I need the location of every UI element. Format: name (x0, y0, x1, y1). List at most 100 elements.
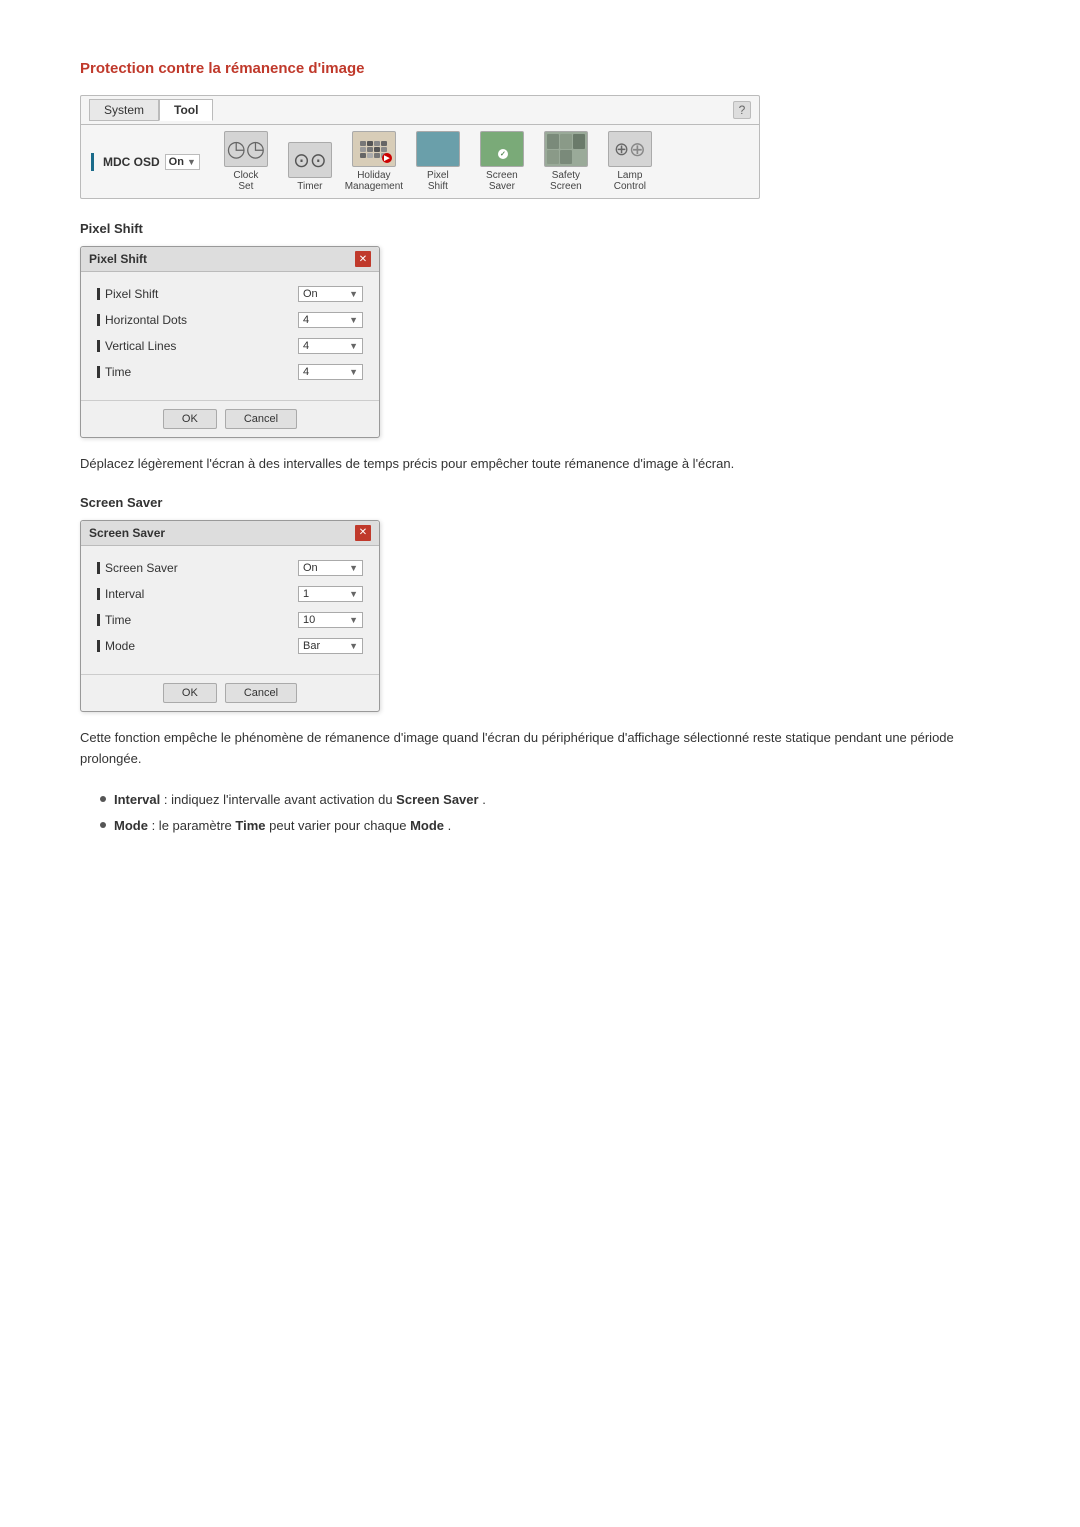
pixel-shift-select-2[interactable]: 4 ▼ (298, 338, 363, 354)
bullet-item-mode: Mode : le paramètre Time peut varier pou… (100, 815, 1000, 837)
label-bar (97, 588, 100, 600)
screen-saver-select-3[interactable]: Bar ▼ (298, 638, 363, 654)
pixel-shift-select-1[interactable]: 4 ▼ (298, 312, 363, 328)
pixel-shift-row-3: Time 4 ▼ (97, 364, 363, 380)
pixel-shift-value-3: 4 (303, 366, 309, 378)
bullet-dot-2 (100, 822, 106, 828)
pixel-shift-description: Déplacez légèrement l'écran à des interv… (80, 454, 1000, 475)
help-icon[interactable]: ? (733, 101, 751, 119)
lamp-label-1: Lamp (617, 170, 642, 181)
pixel-shift-value-0: On (303, 288, 318, 300)
toolbar-icons: ◷ Clock Set ⊙ Timer (220, 131, 656, 192)
bullet-text-mode-end: . (448, 818, 452, 833)
dropdown-arrow: ▼ (349, 563, 358, 573)
pixel-shift-close-button[interactable]: ✕ (355, 251, 371, 267)
page-title: Protection contre la rémanence d'image (80, 60, 1000, 77)
pixel-shift-label-row-0: Pixel Shift (97, 287, 158, 301)
lamp-control-icon: ⊕ (608, 131, 652, 167)
holiday-icon: ▶ (352, 131, 396, 167)
label-bar (97, 314, 100, 326)
pixel-shift-dialog-titlebar: Pixel Shift ✕ (81, 247, 379, 272)
safety-screen-label-2: Screen (550, 181, 582, 192)
bullet-item-interval: Interval : indiquez l'intervalle avant a… (100, 789, 1000, 811)
lamp-label-2: Control (614, 181, 646, 192)
safety-screen-icon (544, 131, 588, 167)
dropdown-arrow: ▼ (349, 641, 358, 651)
screen-saver-label-row-3: Mode (97, 639, 135, 653)
toolbar-icon-clock-set[interactable]: ◷ Clock Set (220, 131, 272, 192)
dropdown-arrow: ▼ (349, 615, 358, 625)
screen-saver-dialog: Screen Saver ✕ Screen Saver On ▼ Interva… (80, 520, 380, 712)
bullet-bold-interval: Interval (114, 792, 160, 807)
toolbar-top: System Tool ? (81, 96, 759, 125)
bullet-dot-1 (100, 796, 106, 802)
toolbar-icon-pixel-shift[interactable]: Pixel Shift (412, 131, 464, 192)
holiday-label-2: Management (345, 181, 403, 192)
screen-saver-label-row-0: Screen Saver (97, 561, 178, 575)
screen-saver-row-2: Time 10 ▼ (97, 612, 363, 628)
toolbar-icon-safety-screen[interactable]: Safety Screen (540, 131, 592, 192)
pixel-shift-ok-button[interactable]: OK (163, 409, 217, 429)
bullet-list: Interval : indiquez l'intervalle avant a… (100, 789, 1000, 837)
pixel-shift-select-0[interactable]: On ▼ (298, 286, 363, 302)
screen-saver-heading: Screen Saver (80, 495, 1000, 510)
toolbar-osd: MDC OSD On ▼ (91, 153, 200, 171)
screen-saver-label-1: Screen (486, 170, 518, 181)
tab-tool[interactable]: Tool (159, 99, 213, 121)
screen-saver-close-button[interactable]: ✕ (355, 525, 371, 541)
toolbar-icon-screen-saver[interactable]: ✓ Screen Saver (476, 131, 528, 192)
screen-saver-row-1: Interval 1 ▼ (97, 586, 363, 602)
bullet-text-mode-middle: : le paramètre (152, 818, 236, 833)
label-bar (97, 288, 100, 300)
dropdown-arrow: ▼ (349, 289, 358, 299)
osd-value: On (169, 156, 184, 168)
screen-saver-value-0: On (303, 562, 318, 574)
pixel-shift-dialog-body: Pixel Shift On ▼ Horizontal Dots 4 ▼ Ver… (81, 272, 379, 400)
screen-saver-value-2: 10 (303, 614, 315, 626)
osd-dropdown[interactable]: On ▼ (165, 154, 200, 170)
screen-saver-dialog-body: Screen Saver On ▼ Interval 1 ▼ Time (81, 546, 379, 674)
screen-saver-row-3: Mode Bar ▼ (97, 638, 363, 654)
pixel-shift-row-0: Pixel Shift On ▼ (97, 286, 363, 302)
screen-saver-cancel-button[interactable]: Cancel (225, 683, 297, 703)
pixel-shift-heading: Pixel Shift (80, 221, 1000, 236)
pixel-shift-label-row-1: Horizontal Dots (97, 313, 187, 327)
label-bar (97, 562, 100, 574)
pixel-shift-label-2: Shift (428, 181, 448, 192)
screen-saver-select-0[interactable]: On ▼ (298, 560, 363, 576)
clock-set-icon: ◷ (224, 131, 268, 167)
screen-saver-dialog-title: Screen Saver (89, 526, 165, 540)
screen-saver-select-1[interactable]: 1 ▼ (298, 586, 363, 602)
bullet-text-1: Interval : indiquez l'intervalle avant a… (114, 789, 486, 811)
dropdown-arrow: ▼ (349, 367, 358, 377)
toolbar-icon-lamp-control[interactable]: ⊕ Lamp Control (604, 131, 656, 192)
label-bar (97, 614, 100, 626)
pixel-shift-cancel-button[interactable]: Cancel (225, 409, 297, 429)
bullet-bold-time-ref: Time (235, 818, 265, 833)
tab-system[interactable]: System (89, 99, 159, 121)
pixel-shift-dialog-footer: OK Cancel (81, 400, 379, 437)
screen-saver-value-3: Bar (303, 640, 320, 652)
screen-saver-select-2[interactable]: 10 ▼ (298, 612, 363, 628)
toolbar-body: MDC OSD On ▼ ◷ Clock Set ⊙ Timer (81, 125, 759, 198)
screen-saver-ok-button[interactable]: OK (163, 683, 217, 703)
pixel-shift-dialog-title: Pixel Shift (89, 252, 147, 266)
toolbar-tabs: System Tool (89, 99, 213, 121)
dropdown-arrow: ▼ (349, 589, 358, 599)
toolbar-icon-timer[interactable]: ⊙ Timer (284, 142, 336, 192)
bullet-bold-mode-ref: Mode (410, 818, 444, 833)
pixel-shift-row-1: Horizontal Dots 4 ▼ (97, 312, 363, 328)
timer-label-1: Timer (297, 181, 322, 192)
clock-set-label-1: Clock (233, 170, 258, 181)
pixel-shift-value-1: 4 (303, 314, 309, 326)
label-bar (97, 640, 100, 652)
osd-label: MDC OSD (103, 155, 160, 169)
osd-dropdown-arrow: ▼ (187, 157, 196, 167)
pixel-shift-select-3[interactable]: 4 ▼ (298, 364, 363, 380)
pixel-shift-label-1: Pixel (427, 170, 449, 181)
toolbar-icon-holiday[interactable]: ▶ Holiday Management (348, 131, 400, 192)
label-bar (97, 340, 100, 352)
clock-set-label-2: Set (238, 181, 253, 192)
osd-bar (91, 153, 94, 171)
screen-saver-value-1: 1 (303, 588, 309, 600)
